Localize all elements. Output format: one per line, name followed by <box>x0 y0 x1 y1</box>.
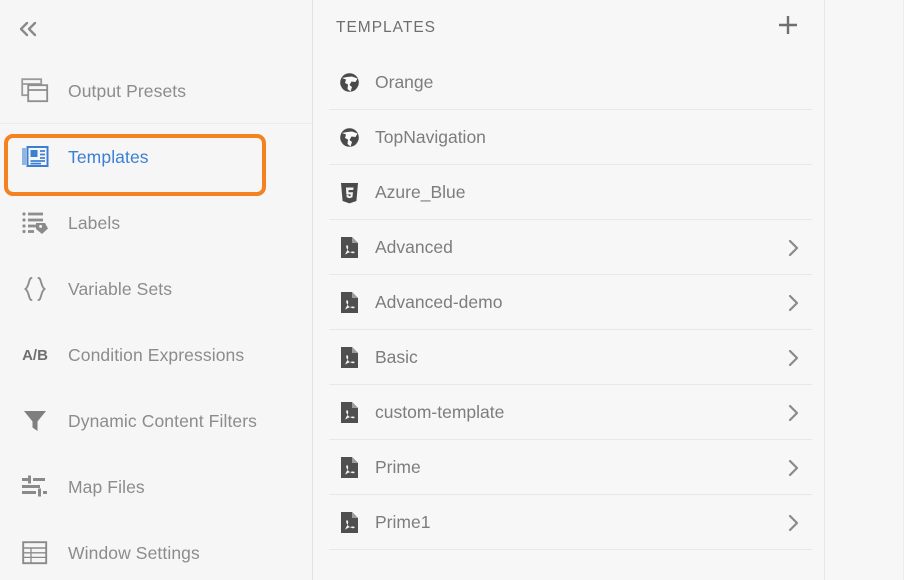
list-item[interactable]: Prime <box>313 440 824 495</box>
app-root: Output Presets Templates Labels Variable… <box>0 0 904 580</box>
sidebar-item-label: Variable Sets <box>68 278 173 299</box>
pdf-file-icon <box>336 346 362 369</box>
templates-panel: TEMPLATES Orange TopNavigation Azure_Blu… <box>313 0 825 580</box>
pdf-file-icon <box>336 401 362 424</box>
template-name: Prime <box>375 457 421 477</box>
sidebar-item-variable-sets[interactable]: Variable Sets <box>0 256 312 322</box>
sidebar-item-condition-expressions[interactable]: A/B Condition Expressions <box>0 322 312 388</box>
sidebar-item-label: Labels <box>68 212 121 233</box>
chevrons-left-icon <box>15 19 41 39</box>
panel-title: TEMPLATES <box>336 18 437 36</box>
detail-pane-empty <box>825 0 904 580</box>
ab-text-icon: A/B <box>12 344 58 366</box>
sidebar-item-label: Condition Expressions <box>68 344 245 365</box>
sidebar-item-labels[interactable]: Labels <box>0 190 312 256</box>
sidebar-collapse-row <box>0 0 312 58</box>
sidebar-item-output-presets[interactable]: Output Presets <box>0 58 312 124</box>
sidebar-item-label: Dynamic Content Filters <box>68 410 258 431</box>
list-item[interactable]: Orange <box>313 55 824 110</box>
globe-icon <box>336 72 362 93</box>
pdf-file-icon <box>336 291 362 314</box>
template-name: Advanced-demo <box>375 292 503 312</box>
plus-icon <box>776 13 800 42</box>
list-item[interactable]: Advanced-demo <box>313 275 824 330</box>
template-expand-chevron[interactable] <box>774 402 814 424</box>
list-item[interactable]: Azure_Blue <box>313 165 824 220</box>
template-name: Azure_Blue <box>375 182 466 202</box>
template-name: custom-template <box>375 402 505 422</box>
globe-icon <box>336 127 362 148</box>
funnel-icon <box>12 408 58 434</box>
sidebar-item-map-files[interactable]: Map Files <box>0 454 312 520</box>
templates-list: Orange TopNavigation Azure_Blue Advanced… <box>313 55 824 550</box>
curly-braces-icon <box>12 276 58 302</box>
template-name: Basic <box>375 347 418 367</box>
list-item[interactable]: Advanced <box>313 220 824 275</box>
sidebar-item-label: Templates <box>68 146 149 167</box>
sidebar-item-label: Map Files <box>68 476 145 497</box>
template-expand-chevron[interactable] <box>774 237 814 259</box>
list-item[interactable]: TopNavigation <box>313 110 824 165</box>
pdf-file-icon <box>336 511 362 534</box>
templates-panel-header: TEMPLATES <box>313 0 824 55</box>
list-item[interactable]: custom-template <box>313 385 824 440</box>
template-expand-chevron[interactable] <box>774 457 814 479</box>
svg-text:A/B: A/B <box>22 347 48 364</box>
template-name: TopNavigation <box>375 127 486 147</box>
template-name: Orange <box>375 72 434 92</box>
add-template-button[interactable] <box>766 6 810 50</box>
template-name: Prime1 <box>375 512 431 532</box>
list-tag-icon <box>12 210 58 236</box>
sidebar-item-label: Window Settings <box>68 542 200 563</box>
left-sidebar: Output Presets Templates Labels Variable… <box>0 0 313 580</box>
sidebar-item-window-settings[interactable]: Window Settings <box>0 520 312 580</box>
sidebar-item-dynamic-content-filters[interactable]: Dynamic Content Filters <box>0 388 312 454</box>
sidebar-item-label: Output Presets <box>68 80 187 101</box>
pdf-file-icon <box>336 236 362 259</box>
template-expand-chevron[interactable] <box>774 292 814 314</box>
sidebar-item-templates[interactable]: Templates <box>0 124 312 190</box>
template-expand-chevron[interactable] <box>774 512 814 534</box>
table-grid-icon <box>12 540 58 566</box>
pdf-file-icon <box>336 456 362 479</box>
collapse-sidebar-button[interactable] <box>6 7 50 51</box>
sidebar-nav-list: Output Presets Templates Labels Variable… <box>0 58 312 580</box>
template-page-icon <box>12 145 58 169</box>
html5-icon <box>336 182 362 204</box>
template-expand-chevron[interactable] <box>774 347 814 369</box>
list-item[interactable]: Prime1 <box>313 495 824 550</box>
windows-stack-icon <box>12 78 58 104</box>
list-item[interactable]: Basic <box>313 330 824 385</box>
sliders-icon <box>12 475 58 499</box>
template-name: Advanced <box>375 237 453 257</box>
